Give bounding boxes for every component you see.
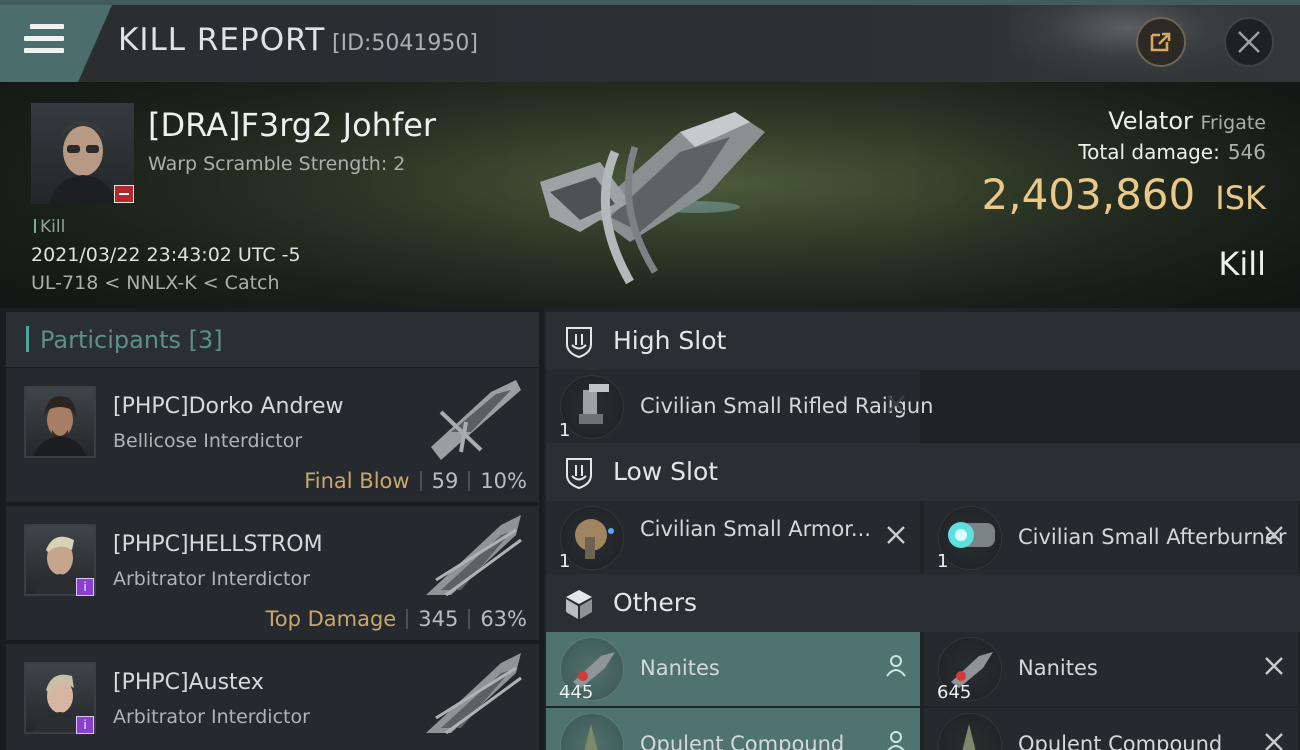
page-title: KILL REPORT bbox=[118, 22, 326, 58]
cargo-qty: 645 bbox=[937, 682, 972, 703]
ship-name: Velator bbox=[1108, 107, 1193, 135]
participant-tag: Final Blow bbox=[304, 469, 410, 493]
share-button[interactable] bbox=[1136, 17, 1186, 67]
participant-info-badge: i bbox=[76, 578, 94, 596]
module-name: Civilian Small Afterburner bbox=[1018, 525, 1287, 549]
cargo-icon bbox=[938, 713, 1002, 750]
participants-label: Participants bbox=[40, 326, 181, 354]
report-id: [ID:5041950] bbox=[332, 31, 478, 56]
victim-ship-image bbox=[540, 112, 765, 285]
shield-icon bbox=[566, 458, 592, 490]
close-button[interactable] bbox=[1224, 17, 1274, 67]
participant-row[interactable]: i [PHPC]HELLSTROM Arbitrator Interdictor… bbox=[6, 506, 539, 640]
participant-tag: Top Damage bbox=[265, 607, 397, 631]
kill-datetime: 2021/03/22 23:43:02 UTC -5 bbox=[31, 244, 301, 266]
close-icon bbox=[1238, 31, 1260, 53]
victim-ship-type[interactable]: Velator Frigate bbox=[1108, 107, 1266, 135]
report-result: Kill bbox=[1218, 245, 1266, 283]
kill-tag: Kill bbox=[34, 217, 65, 237]
low-slot-label: Low Slot bbox=[613, 457, 719, 486]
participant-percent: 63% bbox=[480, 607, 527, 631]
module-item[interactable]: 1 Civilian Small Rifled Railgun bbox=[546, 370, 933, 444]
module-name: Civilian Small Armor... bbox=[640, 517, 871, 541]
module-item[interactable]: 1 Civilian Small Afterburner bbox=[924, 501, 1298, 575]
isk-value: 2,403,860 ISK bbox=[982, 170, 1267, 219]
cargo-item[interactable]: 445 Nanites bbox=[546, 632, 920, 706]
cargo-name: Opulent Compound bbox=[640, 732, 845, 750]
cargo-icon bbox=[560, 713, 624, 750]
participant-ship-image bbox=[431, 380, 521, 460]
participant-name: [PHPC]HELLSTROM bbox=[113, 532, 323, 557]
person-icon bbox=[887, 731, 905, 750]
participant-ship: Bellicose Interdictor bbox=[113, 430, 303, 452]
kill-location[interactable]: UL-718 < NNLX-K < Catch bbox=[31, 272, 280, 294]
participant-ship: Arbitrator Interdictor bbox=[113, 706, 310, 728]
person-icon bbox=[886, 655, 906, 677]
participant-percent: 10% bbox=[480, 469, 527, 493]
participant-damage: 345 bbox=[418, 607, 459, 631]
cargo-name: Nanites bbox=[640, 656, 720, 680]
cargo-name: Nanites bbox=[1018, 656, 1098, 680]
cargo-item[interactable]: 645 Nanites bbox=[924, 632, 1298, 706]
x-icon bbox=[1265, 733, 1283, 750]
high-slot-label: High Slot bbox=[613, 326, 727, 355]
x-icon bbox=[887, 395, 905, 413]
participant-ship: Arbitrator Interdictor bbox=[113, 568, 310, 590]
participant-row[interactable]: i [PHPC]Austex Arbitrator Interdictor bbox=[6, 644, 539, 750]
x-icon bbox=[1265, 526, 1283, 544]
hostile-badge bbox=[114, 185, 134, 203]
module-qty: 1 bbox=[559, 420, 571, 441]
participant-stats: Final Blow 59 10% bbox=[304, 469, 527, 493]
module-item[interactable]: 1 Civilian Small Armor... bbox=[546, 501, 920, 575]
hamburger-icon[interactable] bbox=[24, 22, 64, 56]
x-icon bbox=[1265, 657, 1283, 675]
participant-name: [PHPC]Austex bbox=[113, 670, 264, 695]
participants-header: Participants [3] bbox=[6, 312, 539, 367]
participant-info-badge: i bbox=[76, 716, 94, 734]
cargo-qty: 445 bbox=[559, 682, 594, 703]
cargo-item[interactable]: Opulent Compound bbox=[924, 708, 1298, 750]
high-slot-header[interactable]: High Slot bbox=[546, 312, 1300, 370]
participants-count: [3] bbox=[188, 326, 223, 354]
total-damage-label: Total damage: bbox=[1078, 140, 1220, 164]
x-icon bbox=[887, 526, 905, 544]
participant-avatar bbox=[24, 386, 96, 458]
module-qty: 1 bbox=[559, 551, 571, 572]
ship-class: Frigate bbox=[1200, 112, 1266, 134]
participant-ship-image bbox=[426, 653, 522, 735]
isk-unit: ISK bbox=[1215, 179, 1266, 217]
kill-tag-label: Kill bbox=[40, 217, 66, 237]
participant-name: [PHPC]Dorko Andrew bbox=[113, 394, 344, 419]
shield-icon bbox=[566, 327, 592, 359]
low-slot-header[interactable]: Low Slot bbox=[546, 443, 1300, 501]
total-damage-value: 546 bbox=[1227, 140, 1266, 164]
cargo-name: Opulent Compound bbox=[1018, 732, 1223, 750]
participant-ship-image bbox=[426, 515, 522, 597]
total-damage: Total damage: 546 bbox=[1078, 140, 1266, 164]
participant-row[interactable]: [PHPC]Dorko Andrew Bellicose Interdictor… bbox=[6, 368, 539, 502]
cargo-item[interactable]: Opulent Compound bbox=[546, 708, 920, 750]
external-link-icon bbox=[1150, 32, 1171, 52]
participant-stats: Top Damage 345 63% bbox=[265, 607, 527, 631]
victim-detail: Warp Scramble Strength: 2 bbox=[148, 153, 406, 175]
cube-icon bbox=[566, 590, 592, 619]
others-header[interactable]: Others bbox=[546, 574, 1300, 632]
participant-damage: 59 bbox=[431, 469, 459, 493]
module-qty: 1 bbox=[937, 551, 949, 572]
victim-name[interactable]: [DRA]F3rg2 Johfer bbox=[148, 106, 436, 144]
isk-amount: 2,403,860 bbox=[981, 170, 1196, 219]
others-label: Others bbox=[613, 588, 698, 617]
